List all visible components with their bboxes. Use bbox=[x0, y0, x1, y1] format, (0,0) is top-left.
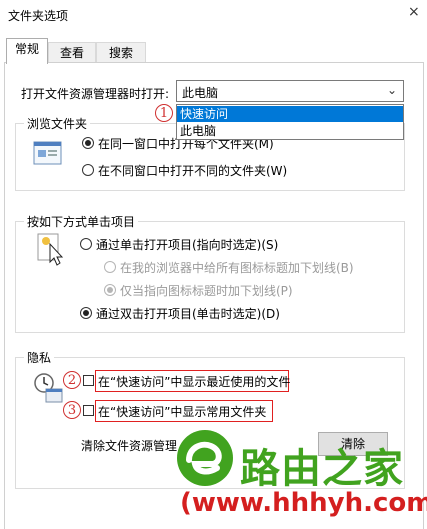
click-items-title: 按如下方式单击项目 bbox=[24, 213, 139, 230]
underline-browser-label: 在我的浏览器中给所有图标标题加下划线(B) bbox=[120, 261, 354, 275]
underline-point-label: 仅当指向图标标题时加下划线(P) bbox=[120, 284, 293, 298]
combo-value: 此电脑 bbox=[182, 86, 219, 100]
new-window-label: 在不同窗口中打开不同的文件夹(W) bbox=[98, 164, 288, 178]
dropdown-option-quick-access[interactable]: 快速访问 bbox=[177, 106, 403, 122]
open-explorer-dropdown: 快速访问 此电脑 bbox=[176, 104, 404, 140]
open-explorer-label: 打开文件资源管理器时打开: bbox=[21, 87, 170, 101]
radio-underline-browser[interactable] bbox=[104, 261, 116, 273]
clear-history-label: 清除文件资源管理 bbox=[81, 439, 178, 453]
radio-double-click[interactable] bbox=[80, 307, 92, 319]
frequent-folders-label: 在“快速访问”中显示常用文件夹 bbox=[98, 405, 267, 419]
watermark-url: (www.hhhyh.com) bbox=[180, 488, 427, 518]
tab-view[interactable]: 查看 bbox=[48, 42, 96, 63]
checkbox-frequent-folders[interactable] bbox=[83, 405, 94, 416]
annotation-badge-2: 2 bbox=[63, 371, 81, 389]
double-click-label: 通过双击打开项目(单击时选定)(D) bbox=[96, 307, 280, 321]
recent-files-label: 在“快速访问”中显示最近使用的文件 bbox=[98, 375, 291, 389]
annotation-badge-1: 1 bbox=[155, 104, 173, 122]
tab-label: 搜索 bbox=[108, 46, 133, 60]
radio-new-window[interactable] bbox=[82, 164, 94, 176]
folder-window-icon bbox=[33, 140, 63, 166]
click-cursor-icon bbox=[36, 232, 66, 266]
open-explorer-combo[interactable]: 此电脑 ⌄ bbox=[176, 80, 404, 102]
checkbox-recent-files[interactable] bbox=[83, 375, 94, 386]
browse-folders-title: 浏览文件夹 bbox=[24, 115, 91, 132]
radio-same-window[interactable] bbox=[82, 137, 94, 149]
radio-single-click[interactable] bbox=[80, 238, 92, 250]
watermark-brand: 路由之家 bbox=[240, 446, 404, 492]
dropdown-option-this-pc[interactable]: 此电脑 bbox=[177, 123, 403, 139]
chevron-down-icon: ⌄ bbox=[386, 83, 397, 97]
radio-underline-point[interactable] bbox=[104, 284, 116, 296]
watermark-logo-icon bbox=[177, 430, 233, 486]
privacy-clock-icon bbox=[33, 372, 65, 404]
single-click-label: 通过单击打开项目(指向时选定)(S) bbox=[96, 238, 279, 252]
close-icon[interactable]: × bbox=[408, 4, 420, 20]
tab-search[interactable]: 搜索 bbox=[96, 42, 146, 63]
tab-general[interactable]: 常规 bbox=[6, 38, 48, 64]
tab-label: 查看 bbox=[59, 46, 84, 60]
privacy-title: 隐私 bbox=[24, 349, 55, 366]
window-title: 文件夹选项 bbox=[8, 9, 69, 23]
annotation-badge-3: 3 bbox=[63, 401, 81, 419]
tab-label: 常规 bbox=[14, 42, 39, 56]
